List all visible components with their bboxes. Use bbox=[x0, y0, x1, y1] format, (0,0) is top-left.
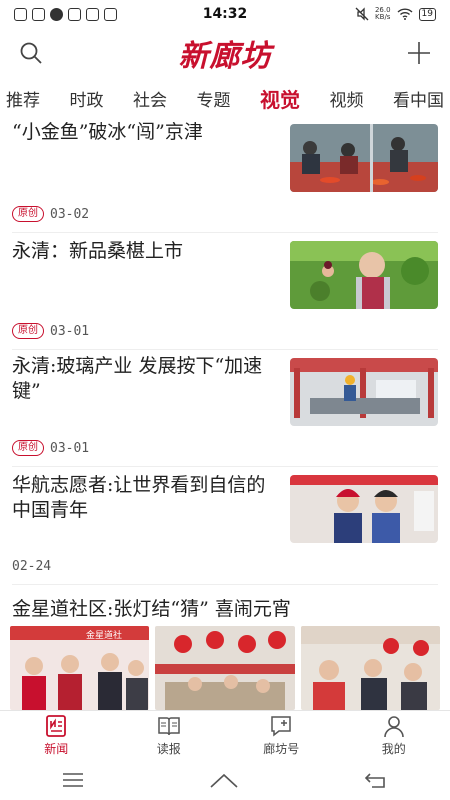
news-thumbnail-mulberry bbox=[290, 241, 438, 309]
community-sign-text: 金星道社 bbox=[86, 629, 122, 641]
original-badge: 原创 bbox=[12, 206, 44, 222]
search-button[interactable] bbox=[16, 38, 46, 68]
bottom-nav: 新闻 读报 廊坊号 我的 bbox=[0, 710, 450, 760]
nav-newspaper-label: 读报 bbox=[156, 742, 181, 756]
nav-langfang-account[interactable]: 廊坊号 bbox=[241, 714, 321, 757]
news-icon bbox=[46, 715, 67, 737]
news-meta: 原创 03-01 bbox=[12, 440, 89, 456]
news-item[interactable]: 永清：新品桑椹上市 原创 03-01 bbox=[12, 233, 438, 350]
news-meta: 02-24 bbox=[12, 559, 51, 574]
notification-app-icon bbox=[14, 7, 27, 21]
news-date: 03-02 bbox=[50, 206, 90, 222]
home-icon[interactable] bbox=[209, 772, 239, 788]
news-title: 华航志愿者:让世界看到自信的中国青年 bbox=[12, 474, 266, 521]
subscribe-icon bbox=[271, 716, 291, 737]
photo-gallery[interactable]: 金星道社 bbox=[10, 626, 440, 710]
search-icon bbox=[20, 42, 42, 64]
news-item[interactable]: 永清:玻璃产业 发展按下“加速键” 原创 03-01 bbox=[12, 350, 438, 467]
nav-profile[interactable]: 我的 bbox=[354, 714, 434, 757]
gallery-photo bbox=[300, 626, 440, 710]
nav-langfang-account-label: 廊坊号 bbox=[263, 742, 300, 756]
tab-video[interactable]: 视频 bbox=[330, 86, 364, 111]
nav-newspaper[interactable]: 读报 bbox=[129, 714, 209, 757]
news-date: 03-01 bbox=[50, 440, 90, 456]
battery-indicator: 19 bbox=[418, 7, 436, 21]
gallery-title[interactable]: 金星道社区:张灯结“猜” 喜闹元宵 bbox=[12, 594, 291, 621]
status-bar: 14:32 26.0 KB/s 19 bbox=[0, 0, 450, 28]
status-system-icons: 26.0 KB/s 19 bbox=[276, 7, 436, 21]
system-nav-bar bbox=[0, 760, 450, 800]
gallery-photo bbox=[155, 626, 295, 710]
wifi-icon bbox=[397, 8, 413, 20]
news-meta: 原创 03-01 bbox=[12, 323, 89, 339]
news-title: “小金鱼”破冰“闯”京津 bbox=[12, 121, 203, 143]
gallery-photo: 金星道社 bbox=[10, 626, 150, 710]
network-speed: 26.0 KB/s bbox=[375, 7, 391, 21]
tab-visual[interactable]: 视觉 bbox=[260, 84, 300, 113]
news-thumbnail-goldfish bbox=[290, 124, 438, 192]
mute-icon bbox=[355, 7, 369, 21]
gallery-notification-icon bbox=[68, 7, 81, 21]
tab-topics[interactable]: 专题 bbox=[197, 86, 231, 111]
add-button[interactable] bbox=[404, 38, 434, 68]
browser-icon bbox=[50, 7, 63, 21]
news-list: “小金鱼”破冰“闯”京津 原创 03-02 永清：新品桑椹上市 原创 03-01… bbox=[0, 116, 450, 585]
back-icon[interactable] bbox=[364, 772, 388, 788]
tab-recommend[interactable]: 推荐 bbox=[6, 86, 40, 111]
tab-china[interactable]: 看中国 bbox=[393, 86, 444, 111]
message-notification-icon bbox=[104, 7, 117, 21]
network-speed-unit: KB/s bbox=[375, 13, 391, 21]
news-date: 03-01 bbox=[50, 323, 90, 339]
app-header: 新廊坊 bbox=[0, 28, 450, 78]
news-title: 永清:玻璃产业 发展按下“加速键” bbox=[12, 355, 263, 402]
news-thumbnail-glass-industry bbox=[290, 358, 438, 426]
mail-icon bbox=[32, 7, 45, 21]
nav-profile-label: 我的 bbox=[381, 742, 406, 756]
app-logo: 新廊坊 bbox=[178, 39, 272, 74]
news-title: 永清：新品桑椹上市 bbox=[12, 240, 184, 262]
tab-society[interactable]: 社会 bbox=[133, 86, 167, 111]
plus-icon bbox=[408, 42, 430, 64]
news-thumbnail-volunteers bbox=[290, 475, 438, 543]
news-item[interactable]: “小金鱼”破冰“闯”京津 原创 03-02 bbox=[12, 116, 438, 233]
book-icon bbox=[158, 717, 180, 736]
picture-notification-icon bbox=[86, 7, 99, 21]
tab-politics[interactable]: 时政 bbox=[70, 86, 104, 111]
status-time: 14:32 bbox=[202, 6, 248, 22]
news-meta: 原创 03-02 bbox=[12, 206, 89, 222]
user-icon bbox=[383, 716, 404, 738]
category-tabs: 推荐 时政 社会 专题 视觉 视频 看中国 bbox=[0, 80, 450, 116]
news-date: 02-24 bbox=[12, 559, 52, 574]
menu-icon[interactable] bbox=[62, 772, 84, 788]
nav-news-label: 新闻 bbox=[44, 742, 69, 756]
status-notification-icons bbox=[14, 7, 174, 21]
nav-news[interactable]: 新闻 bbox=[16, 714, 96, 757]
news-item[interactable]: 华航志愿者:让世界看到自信的中国青年 02-24 bbox=[12, 467, 438, 585]
original-badge: 原创 bbox=[12, 323, 44, 339]
original-badge: 原创 bbox=[12, 440, 44, 456]
